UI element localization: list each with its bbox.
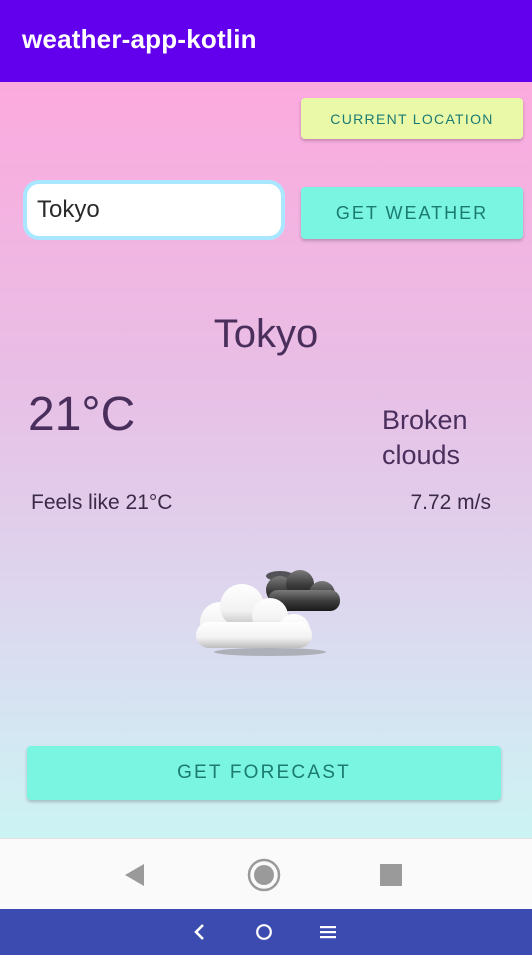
city-name: Tokyo: [213, 312, 319, 356]
current-location-button[interactable]: CURRENT LOCATION: [301, 98, 523, 139]
home-icon[interactable]: [250, 918, 278, 946]
app-title: weather-app-kotlin: [22, 23, 257, 54]
home-circle-icon[interactable]: [246, 857, 282, 893]
menu-icon[interactable]: [314, 918, 342, 946]
weather-description: Broken clouds: [382, 405, 468, 470]
main-content: CURRENT LOCATION GET WEATHER Tokyo 21°C …: [0, 82, 532, 838]
temperature: 21°C: [28, 388, 136, 441]
system-bar: [0, 909, 532, 955]
get-forecast-button[interactable]: GET FORECAST: [27, 746, 501, 800]
get-weather-button[interactable]: GET WEATHER: [301, 187, 523, 239]
broken-clouds-icon: [196, 570, 340, 656]
back-chevron-icon[interactable]: [186, 918, 214, 946]
navigation-bar: [0, 838, 532, 909]
recents-square-icon[interactable]: [373, 857, 409, 893]
feels-like: Feels like 21°C: [31, 491, 173, 514]
app-screen: weather-app-kotlin CURRENT LOCATION GET …: [0, 0, 532, 955]
wind-speed: 7.72 m/s: [410, 491, 491, 514]
app-bar: weather-app-kotlin: [0, 0, 532, 82]
back-triangle-icon[interactable]: [117, 857, 153, 893]
city-input[interactable]: [23, 180, 285, 240]
